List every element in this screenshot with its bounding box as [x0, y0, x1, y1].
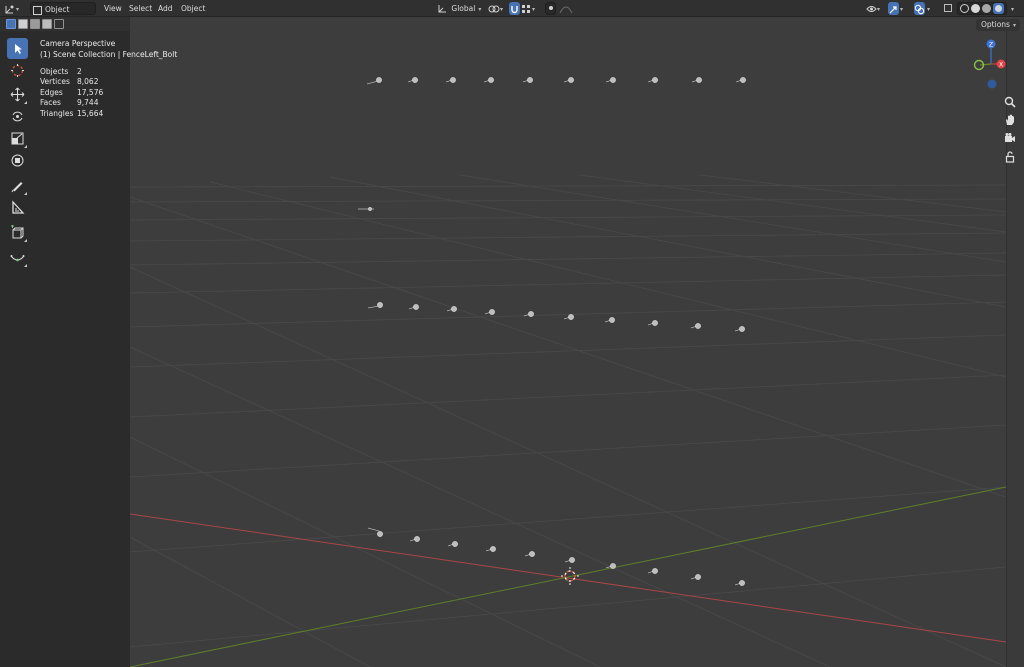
xray-icon	[944, 4, 952, 12]
view-name: Camera Perspective	[40, 39, 116, 48]
orientation-label: Global	[451, 4, 476, 13]
pan-button[interactable]	[1003, 113, 1017, 127]
select-new-icon[interactable]	[6, 19, 16, 29]
select-invert-icon[interactable]	[42, 19, 52, 29]
collection-line: (1) Scene Collection | FenceLeft_Bolt	[40, 50, 178, 59]
shading-mode-group	[957, 2, 1007, 15]
tool-transform[interactable]	[7, 150, 28, 171]
lock-icon	[1005, 151, 1015, 163]
navigation-gizmo[interactable]: Z X	[966, 38, 1006, 92]
x-axis-line	[130, 513, 1006, 643]
editor-type-button[interactable]: ▾	[4, 2, 26, 15]
tool-curve[interactable]	[7, 247, 28, 268]
options-label: Options	[981, 20, 1010, 29]
stat-label: Vertices	[40, 77, 70, 86]
view3d-icon	[5, 5, 14, 13]
measure-icon	[12, 200, 25, 214]
tool-scale[interactable]	[7, 128, 28, 149]
viewport-grid	[130, 77, 1006, 667]
grid-lines	[130, 174, 1006, 667]
stat-value: 17,576	[77, 87, 104, 97]
mode-dropdown[interactable]: Object Mode▾	[30, 2, 96, 27]
camera-icon	[1005, 133, 1015, 142]
proportional-editing-toggle[interactable]	[545, 2, 556, 15]
transform-orientation-dropdown[interactable]: Global ▾	[437, 2, 483, 15]
rendered-shading-icon[interactable]	[993, 3, 1004, 14]
tool-move[interactable]	[7, 84, 28, 105]
solid-shading-icon[interactable]	[971, 4, 980, 13]
select-box-icon	[15, 44, 22, 54]
object-mode-icon	[33, 5, 42, 15]
snap-target-dropdown[interactable]: ▾	[522, 2, 542, 15]
3d-cursor-icon[interactable]	[561, 567, 579, 585]
annotate-icon	[11, 182, 23, 193]
stat-value: 15,664	[77, 108, 104, 118]
gizmo-dropdown[interactable]: ▾	[899, 2, 909, 15]
scale-icon	[11, 132, 24, 145]
camera-view-button[interactable]	[1003, 131, 1017, 145]
z-axis-label: Z	[989, 41, 993, 48]
overlays-dropdown[interactable]: ▾	[926, 2, 936, 15]
x-axis-label: X	[999, 61, 1003, 68]
gizmo-toggle[interactable]	[888, 2, 899, 15]
stat-label: Objects	[40, 67, 69, 76]
stat-label: Faces	[40, 98, 61, 107]
shading-dropdown[interactable]: ▾	[1010, 2, 1020, 15]
curve-icon	[10, 255, 25, 262]
magnet-icon	[511, 5, 518, 13]
neg-z-axis-handle[interactable]	[987, 79, 997, 89]
tool-measure[interactable]	[7, 197, 28, 218]
bolt-objects	[358, 77, 746, 586]
move-icon	[10, 87, 25, 102]
y-axis-line	[130, 486, 1006, 667]
proportional-icon	[549, 6, 553, 10]
snap-grid-icon	[522, 4, 530, 13]
select-intersect-icon[interactable]	[54, 19, 64, 29]
menu-select[interactable]: Select	[129, 2, 152, 15]
menu-add[interactable]: Add	[158, 2, 173, 15]
select-extend-icon[interactable]	[18, 19, 28, 29]
overlays-icon	[914, 4, 925, 14]
rotate-icon	[12, 111, 23, 122]
snap-toggle[interactable]	[509, 2, 520, 15]
zoom-button[interactable]	[1003, 95, 1017, 109]
overlays-toggle[interactable]	[914, 2, 925, 15]
tool-add-cube[interactable]	[7, 222, 28, 243]
selectability-icon	[866, 6, 877, 12]
scene-statistics: Objects 2 Vertices 8,062 Edges 17,576 Fa…	[40, 67, 130, 127]
falloff-icon	[559, 6, 573, 13]
lock-camera-button[interactable]	[1003, 150, 1017, 164]
proportional-falloff-dropdown[interactable]	[559, 2, 575, 15]
gizmo-icon	[889, 5, 897, 13]
pivot-point-dropdown[interactable]: ▾	[488, 2, 508, 15]
visibility-dropdown[interactable]: ▾	[866, 2, 886, 15]
zoom-icon	[1004, 96, 1016, 108]
menu-view[interactable]: View	[104, 2, 122, 15]
add-cube-icon	[11, 225, 24, 239]
stat-value: 9,744	[77, 98, 99, 107]
options-dropdown[interactable]: Options ▾	[976, 19, 1020, 31]
pivot-icon	[488, 5, 500, 13]
wireframe-shading-icon[interactable]	[960, 4, 969, 13]
cursor-icon	[11, 64, 24, 77]
menu-object[interactable]: Object	[181, 2, 205, 15]
tool-rotate[interactable]	[7, 106, 28, 127]
viewport-header: ▾ Object Mode▾ View Select Add Object Gl…	[0, 0, 1024, 27]
3d-viewport[interactable]	[130, 17, 1006, 667]
hand-icon	[1006, 114, 1014, 125]
stat-label: Edges	[40, 87, 63, 97]
material-shading-icon[interactable]	[982, 4, 991, 13]
tool-select-box[interactable]	[7, 38, 28, 59]
stat-value: 2	[77, 67, 82, 76]
tool-annotate[interactable]	[7, 175, 28, 196]
tool-cursor[interactable]	[7, 60, 28, 81]
xray-toggle[interactable]	[942, 2, 954, 15]
stat-value: 8,062	[77, 77, 99, 86]
stat-label: Triangles	[40, 108, 74, 118]
transform-icon	[11, 154, 24, 167]
orientation-icon	[438, 5, 446, 13]
select-subtract-icon[interactable]	[30, 19, 40, 29]
